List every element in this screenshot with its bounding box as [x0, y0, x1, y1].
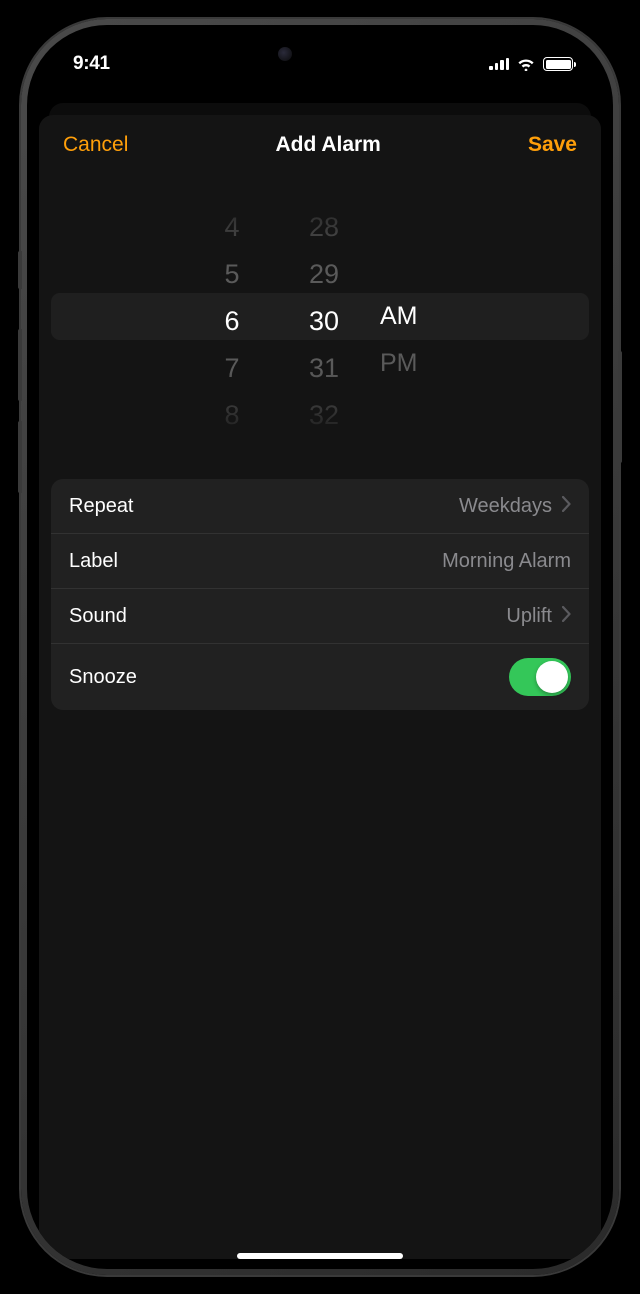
- device-frame: 9:41 Cancel Add Alarm Save: [21, 19, 619, 1275]
- picker-item[interactable]: 9: [186, 439, 278, 451]
- status-time: 9:41: [73, 53, 110, 75]
- label-value: Morning Alarm: [442, 550, 571, 573]
- picker-item[interactable]: 30: [278, 298, 370, 345]
- toggle-knob: [536, 661, 568, 693]
- page-title: Add Alarm: [275, 133, 380, 157]
- picker-item[interactable]: 7: [186, 345, 278, 392]
- picker-item[interactable]: 29: [278, 251, 370, 298]
- cancel-button[interactable]: Cancel: [63, 133, 128, 157]
- alarm-settings-list: Repeat Weekdays Label Morning Alarm: [51, 479, 589, 710]
- chevron-right-icon: [562, 606, 571, 627]
- sound-label: Sound: [69, 605, 127, 628]
- picker-item[interactable]: PM: [370, 340, 454, 387]
- hour-picker[interactable]: 3456789: [186, 181, 278, 451]
- add-alarm-sheet: Cancel Add Alarm Save 3456789 2728293031…: [39, 115, 601, 1259]
- picker-item[interactable]: AM: [370, 293, 454, 340]
- picker-item[interactable]: 31: [278, 345, 370, 392]
- screen: 9:41 Cancel Add Alarm Save: [27, 25, 613, 1269]
- ampm-picker[interactable]: AMPM: [370, 181, 454, 451]
- minute-picker[interactable]: 27282930313233: [278, 181, 370, 451]
- status-icons: [489, 57, 573, 71]
- snooze-toggle[interactable]: [509, 658, 571, 696]
- chevron-right-icon: [562, 496, 571, 517]
- picker-item[interactable]: 32: [278, 392, 370, 439]
- sound-value: Uplift: [506, 605, 552, 628]
- repeat-value: Weekdays: [459, 495, 552, 518]
- picker-item[interactable]: 8: [186, 392, 278, 439]
- battery-icon: [543, 57, 573, 71]
- picker-item[interactable]: 28: [278, 204, 370, 251]
- sound-row[interactable]: Sound Uplift: [51, 589, 589, 644]
- repeat-row[interactable]: Repeat Weekdays: [51, 479, 589, 534]
- snooze-label: Snooze: [69, 666, 137, 689]
- notch: [229, 25, 411, 61]
- wifi-icon: [516, 57, 536, 71]
- picker-item[interactable]: 33: [278, 439, 370, 451]
- picker-item[interactable]: 4: [186, 204, 278, 251]
- picker-item[interactable]: 5: [186, 251, 278, 298]
- picker-item[interactable]: 3: [186, 181, 278, 204]
- save-button[interactable]: Save: [528, 133, 577, 157]
- label-row[interactable]: Label Morning Alarm: [51, 534, 589, 589]
- device-side-button: [618, 351, 622, 463]
- snooze-row: Snooze: [51, 644, 589, 710]
- time-picker[interactable]: 3456789 27282930313233 AMPM: [39, 171, 601, 479]
- cellular-icon: [489, 58, 509, 70]
- nav-bar: Cancel Add Alarm Save: [39, 115, 601, 171]
- home-indicator[interactable]: [237, 1253, 403, 1259]
- picker-item[interactable]: 27: [278, 181, 370, 204]
- label-label: Label: [69, 550, 118, 573]
- front-camera: [278, 47, 292, 61]
- picker-item[interactable]: 6: [186, 298, 278, 345]
- repeat-label: Repeat: [69, 495, 134, 518]
